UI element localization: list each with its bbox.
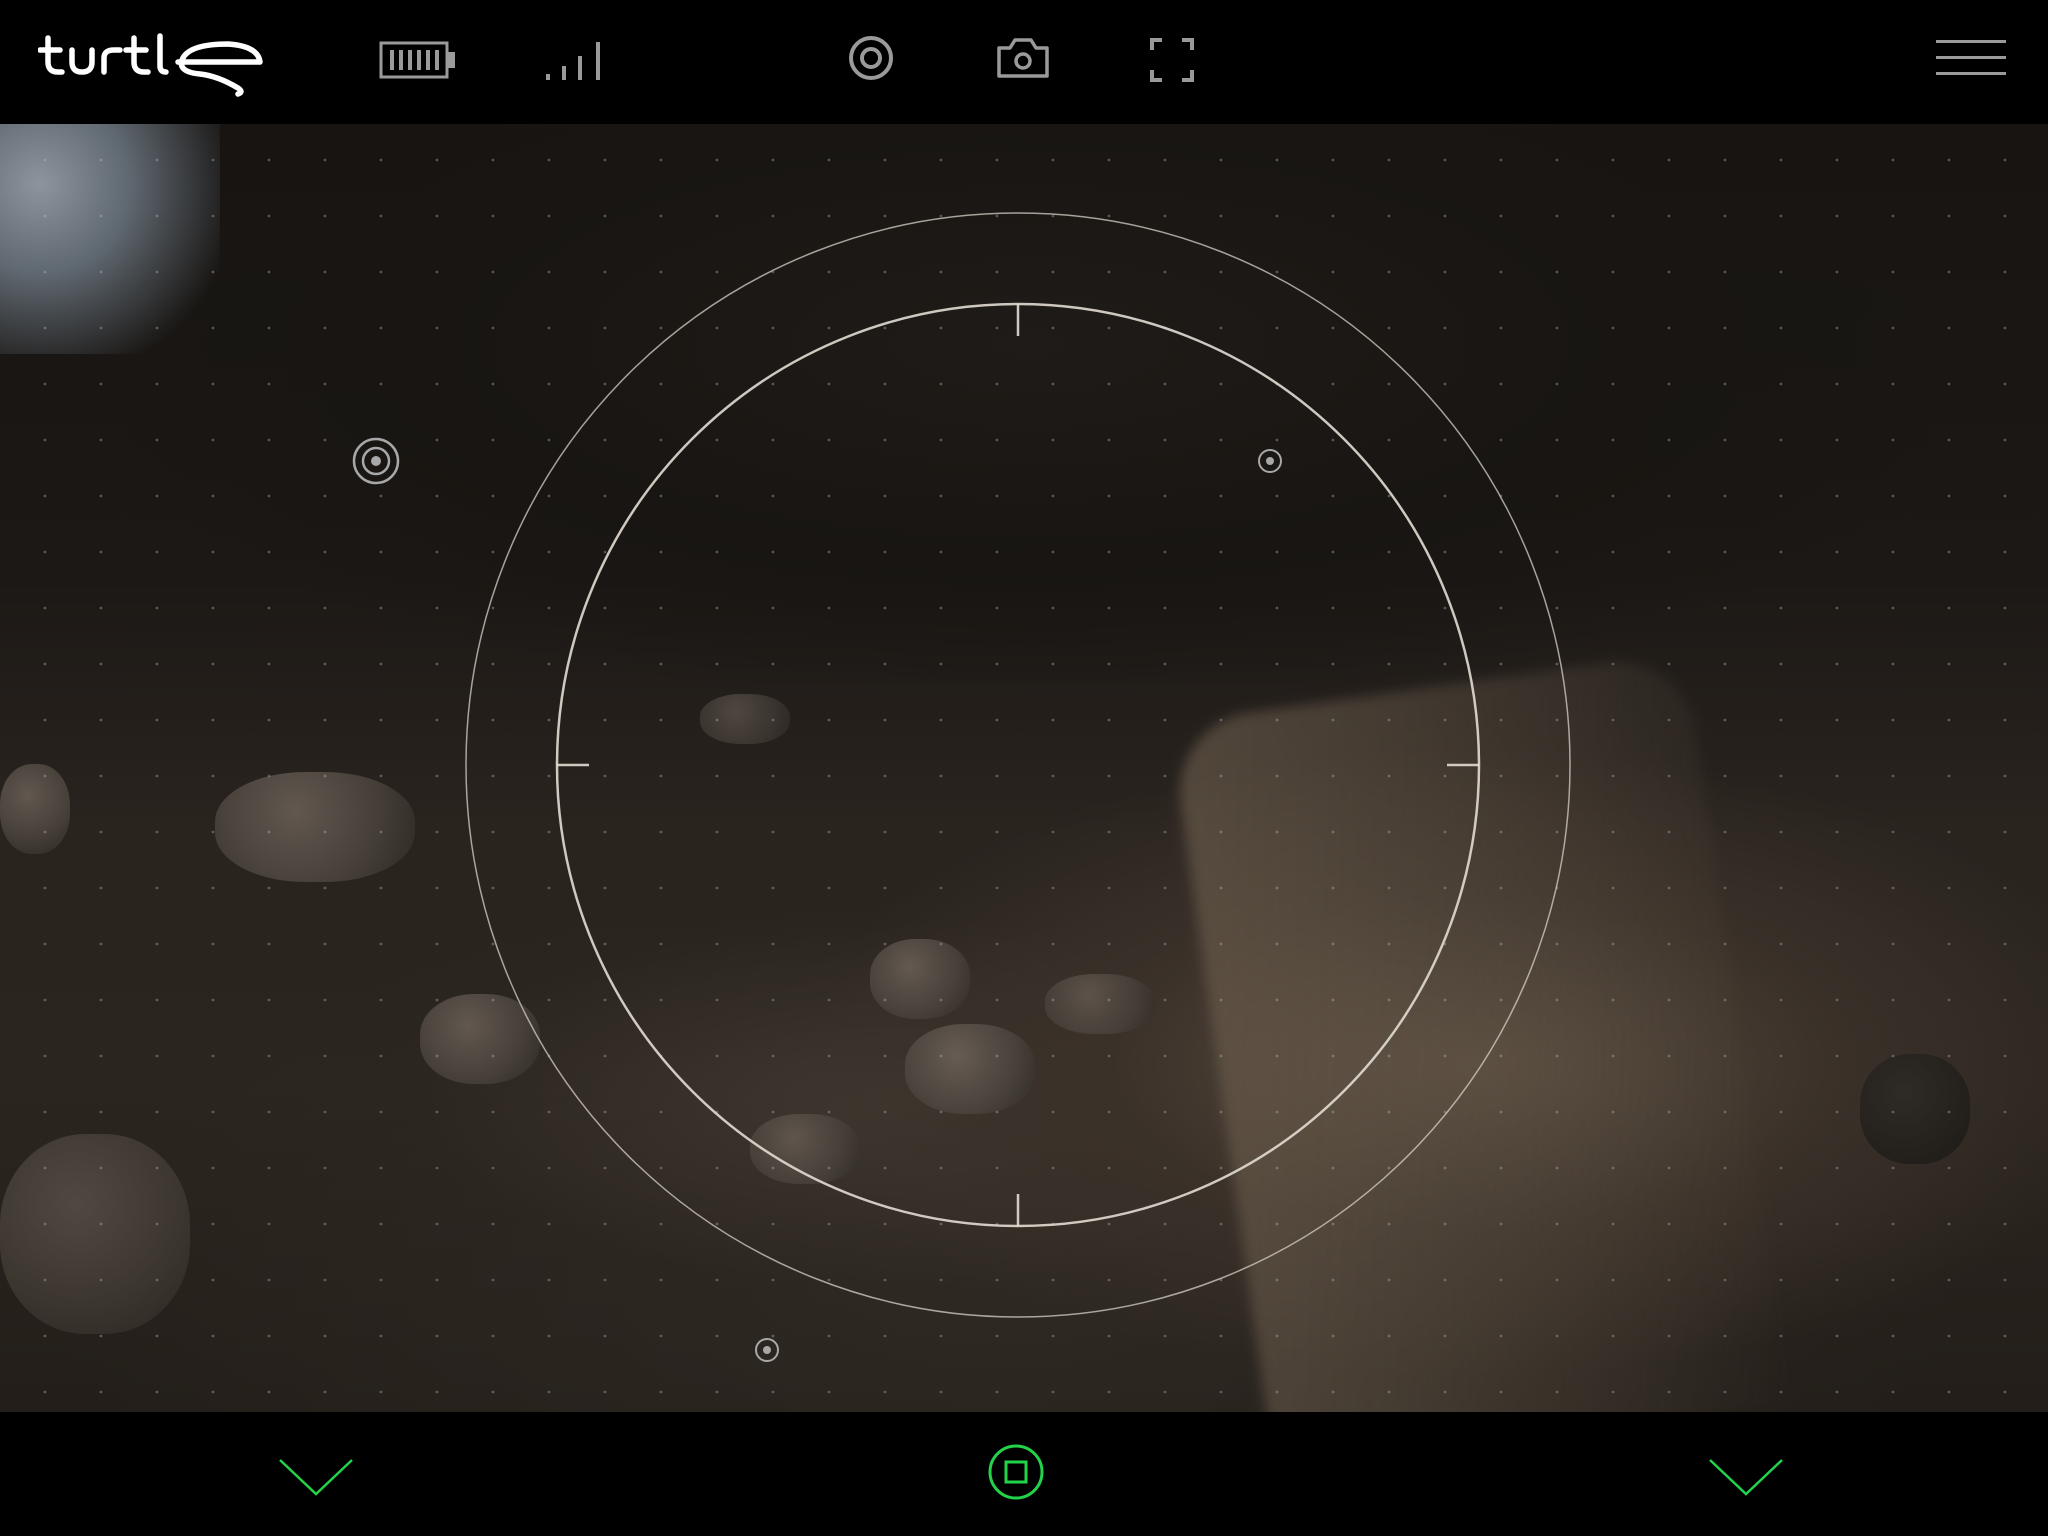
bottom-toolbar: [0, 1412, 2048, 1536]
right-chevron-down-icon[interactable]: [1706, 1452, 1786, 1502]
view-icon[interactable]: [845, 34, 897, 82]
battery-icon[interactable]: [378, 38, 458, 82]
reticle-overlay: [352, 212, 1571, 1362]
target-marker[interactable]: [755, 1338, 779, 1362]
signal-icon[interactable]: [540, 34, 614, 84]
brand-name: turtle: [38, 28, 39, 29]
fullscreen-icon[interactable]: [1148, 36, 1196, 84]
menu-icon[interactable]: [1934, 34, 2008, 82]
outer-reticle-ring: [465, 212, 1571, 1318]
camera-app: turtle: [0, 0, 2048, 1536]
target-marker[interactable]: [352, 437, 400, 485]
record-stop-icon[interactable]: [986, 1442, 1046, 1502]
camera-icon[interactable]: [994, 34, 1052, 82]
turtle-logo: [38, 33, 263, 97]
inner-reticle-ring: [555, 302, 1481, 1228]
top-toolbar: turtle: [0, 0, 2048, 124]
reticle-ticks: [557, 304, 1479, 1226]
camera-viewport[interactable]: [0, 124, 2048, 1412]
target-marker[interactable]: [1258, 449, 1282, 473]
left-chevron-down-icon[interactable]: [276, 1452, 356, 1502]
